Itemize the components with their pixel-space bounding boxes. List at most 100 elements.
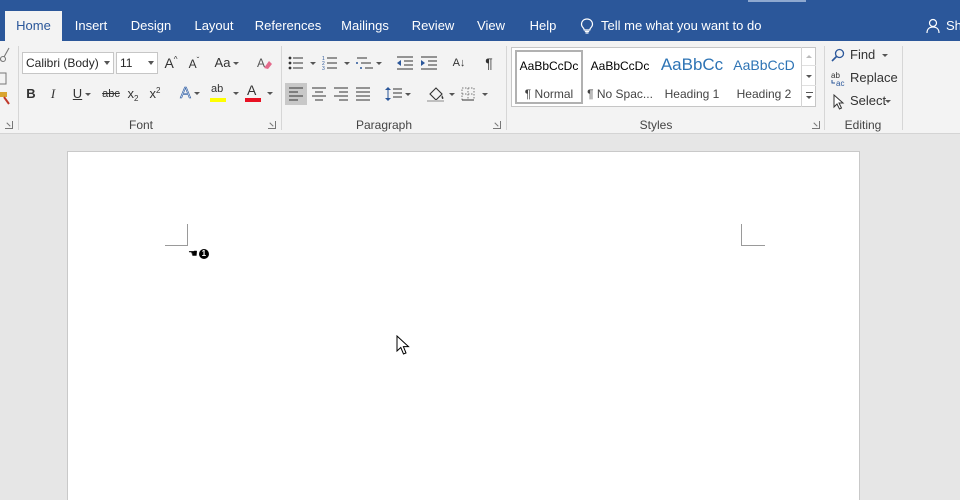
- replace-button[interactable]: ab ac Replace: [831, 68, 898, 88]
- shrink-font-button[interactable]: Aˇ: [185, 53, 203, 75]
- paragraph-group-label: Paragraph: [355, 118, 413, 132]
- strikethrough-button[interactable]: abc: [100, 83, 122, 105]
- group-separator: [506, 46, 507, 130]
- sort-button[interactable]: A↓: [448, 52, 470, 74]
- gallery-more[interactable]: [802, 87, 816, 106]
- line-spacing-button[interactable]: [383, 83, 413, 105]
- style-heading-1[interactable]: AaBbCc Heading 1: [658, 50, 726, 104]
- gallery-scroll-down[interactable]: [802, 67, 816, 86]
- style-preview: AaBbCc: [660, 55, 724, 74]
- superscript-mark: 2: [156, 86, 161, 95]
- change-case-icon: Aa: [214, 55, 231, 70]
- text-effects-button[interactable]: A: [174, 83, 206, 105]
- font-name-combo[interactable]: Calibri (Body): [22, 52, 114, 74]
- clear-formatting-icon: A: [257, 56, 272, 70]
- show-hide-marks-button[interactable]: ¶: [479, 52, 499, 74]
- font-name-value: Calibri (Body): [26, 56, 99, 70]
- highlight-color-swatch: [210, 98, 226, 102]
- font-color-button[interactable]: A: [244, 81, 274, 103]
- style-name: Heading 2: [736, 87, 792, 101]
- styles-gallery: AaBbCcDc ¶ Normal AaBbCcDc ¶ No Spac... …: [511, 47, 816, 107]
- font-size-combo[interactable]: 11: [116, 52, 158, 74]
- numbering-button[interactable]: 1 2 3: [320, 52, 352, 74]
- sort-icon: A↓: [452, 57, 466, 69]
- style-preview: AaBbCcDc: [590, 59, 650, 73]
- styles-gallery-scroll: [801, 47, 816, 107]
- tab-review[interactable]: Review: [408, 13, 458, 41]
- step-number-badge: 1: [198, 249, 209, 260]
- text-effects-icon: A: [180, 85, 191, 103]
- find-label: Find: [850, 47, 876, 62]
- subscript-mark: 2: [134, 94, 139, 103]
- find-button[interactable]: Find: [831, 45, 893, 65]
- style-normal[interactable]: AaBbCcDc ¶ Normal: [515, 50, 583, 104]
- grow-font-button[interactable]: A^: [162, 52, 180, 74]
- person-icon: [926, 18, 940, 34]
- style-name: ¶ No Spac...: [587, 87, 653, 101]
- paragraph-dialog-launcher[interactable]: [493, 121, 501, 129]
- replace-label: Replace: [850, 70, 898, 85]
- chevron-down-icon: [882, 54, 888, 57]
- style-name: Heading 1: [664, 87, 720, 101]
- shading-button[interactable]: [424, 83, 456, 105]
- align-right-icon: [334, 87, 348, 101]
- bold-button[interactable]: B: [22, 83, 40, 105]
- highlight-color-button[interactable]: ab: [208, 81, 240, 103]
- pointing-hand-icon: ☚: [188, 248, 198, 260]
- align-left-button[interactable]: [285, 83, 307, 105]
- more-bar-icon: [806, 92, 813, 93]
- italic-button[interactable]: I: [44, 83, 62, 105]
- copy-icon[interactable]: [0, 71, 10, 85]
- select-button[interactable]: Select: [831, 91, 893, 111]
- styles-dialog-launcher[interactable]: [812, 121, 820, 129]
- superscript-button[interactable]: x2: [146, 83, 164, 105]
- bullets-button[interactable]: [286, 52, 318, 74]
- line-spacing-icon: [385, 87, 402, 101]
- tab-mailings[interactable]: Mailings: [336, 13, 394, 41]
- document-area: ☚ 1: [0, 134, 960, 500]
- tab-references[interactable]: References: [252, 13, 324, 41]
- underline-button[interactable]: U: [66, 83, 98, 105]
- chevron-down-icon: [104, 61, 110, 65]
- cut-icon[interactable]: [0, 47, 10, 63]
- chevron-down-icon: [267, 92, 273, 95]
- clipboard-dialog-launcher[interactable]: [5, 121, 13, 129]
- increase-indent-button[interactable]: [418, 52, 440, 74]
- style-heading-2[interactable]: AaBbCcD Heading 2: [730, 50, 798, 104]
- group-separator: [902, 46, 903, 130]
- align-center-button[interactable]: [308, 83, 330, 105]
- paint-bucket-icon: [427, 87, 444, 102]
- font-color-swatch: [245, 98, 261, 102]
- gallery-scroll-up[interactable]: [802, 47, 816, 66]
- style-no-spacing[interactable]: AaBbCcDc ¶ No Spac...: [586, 50, 654, 104]
- chevron-down-icon: [85, 93, 92, 97]
- multilevel-list-button[interactable]: [354, 52, 384, 74]
- format-painter-icon[interactable]: [0, 91, 11, 105]
- tab-layout[interactable]: Layout: [188, 13, 240, 41]
- borders-button[interactable]: [458, 83, 490, 105]
- align-right-button[interactable]: [330, 83, 352, 105]
- justify-button[interactable]: [352, 83, 374, 105]
- font-dialog-launcher[interactable]: [268, 121, 276, 129]
- svg-text:A: A: [257, 56, 265, 70]
- tab-help[interactable]: Help: [524, 13, 562, 41]
- align-left-icon: [289, 87, 303, 101]
- subscript-button[interactable]: x2: [124, 83, 142, 105]
- change-case-button[interactable]: Aa: [212, 52, 242, 74]
- decrease-indent-button[interactable]: [394, 52, 416, 74]
- style-name: ¶ Normal: [524, 87, 574, 101]
- font-group-label: Font: [128, 118, 153, 132]
- document-page[interactable]: ☚ 1: [67, 151, 860, 500]
- tab-home[interactable]: Home: [5, 11, 62, 41]
- share-button[interactable]: Sh: [926, 13, 960, 39]
- tab-insert[interactable]: Insert: [68, 13, 114, 41]
- tab-design[interactable]: Design: [126, 13, 176, 41]
- chevron-down-icon: [405, 93, 411, 96]
- tab-view[interactable]: View: [472, 13, 510, 41]
- editing-group-label: Editing: [844, 118, 882, 132]
- click-and-type-marker: ☚ 1: [188, 248, 209, 260]
- chevron-down-icon: [310, 62, 316, 65]
- style-preview: AaBbCcD: [733, 57, 795, 73]
- clear-formatting-button[interactable]: A: [254, 52, 276, 74]
- grow-font-icon: A: [164, 55, 174, 71]
